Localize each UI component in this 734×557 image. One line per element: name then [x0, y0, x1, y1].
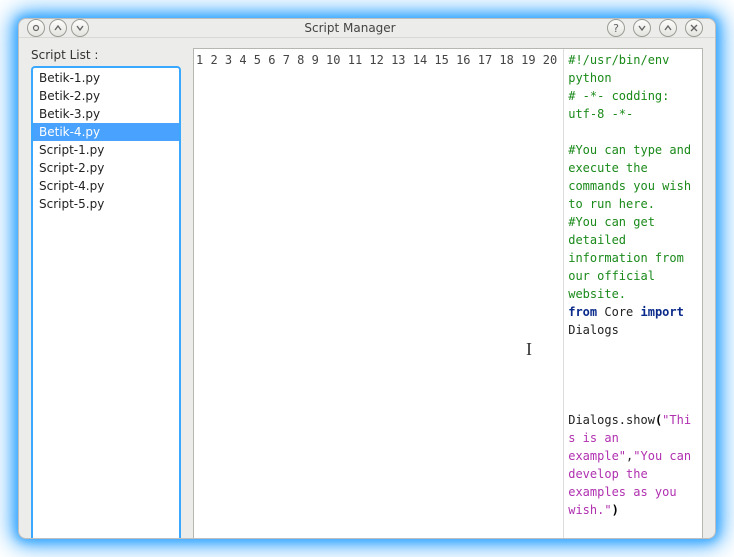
list-item[interactable]: Betik-4.py — [33, 123, 179, 141]
minimize-icon[interactable] — [633, 19, 651, 37]
list-item[interactable]: Script-4.py — [33, 177, 179, 195]
script-list[interactable]: Betik-1.pyBetik-2.pyBetik-3.pyBetik-4.py… — [31, 66, 181, 539]
code-area[interactable]: #!/usr/bin/env python# -*- codding: utf-… — [564, 49, 702, 539]
list-item[interactable]: Betik-1.py — [33, 69, 179, 87]
code-editor[interactable]: 1 2 3 4 5 6 7 8 9 10 11 12 13 14 15 16 1… — [193, 48, 703, 539]
window-title: Script Manager — [93, 21, 607, 35]
titlebar: Script Manager ? — [19, 19, 715, 38]
maximize-icon[interactable] — [659, 19, 677, 37]
list-item[interactable]: Script-5.py — [33, 195, 179, 213]
help-icon[interactable]: ? — [607, 19, 625, 37]
line-number-gutter: 1 2 3 4 5 6 7 8 9 10 11 12 13 14 15 16 1… — [194, 49, 564, 539]
script-manager-window: Script Manager ? Script List : Betik-1.p… — [18, 18, 716, 539]
list-item[interactable]: Script-2.py — [33, 159, 179, 177]
list-item[interactable]: Betik-2.py — [33, 87, 179, 105]
script-list-label: Script List : — [31, 48, 181, 62]
shade-up-icon[interactable] — [49, 19, 67, 37]
close-icon[interactable] — [685, 19, 703, 37]
shade-down-icon[interactable] — [71, 19, 89, 37]
list-item[interactable]: Script-1.py — [33, 141, 179, 159]
menu-icon[interactable] — [27, 19, 45, 37]
list-item[interactable]: Betik-3.py — [33, 105, 179, 123]
